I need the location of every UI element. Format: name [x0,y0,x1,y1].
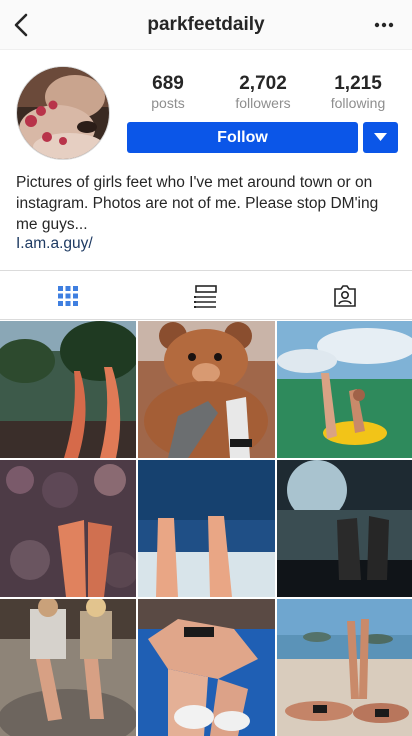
post-tile-7[interactable] [0,599,136,736]
post-tile-3[interactable] [277,321,412,458]
stat-followers-count: 2,702 [239,73,287,94]
tab-tagged[interactable] [332,283,358,309]
caret-down-icon [374,133,387,141]
tab-list[interactable] [193,283,219,309]
stat-following-label: following [330,95,386,111]
stat-following-count: 1,215 [334,73,382,94]
list-icon [194,285,217,308]
posts-grid [0,321,412,736]
stat-followers[interactable]: 2,702 followers [223,73,303,112]
post-tile-5[interactable] [138,460,275,597]
stat-following[interactable]: 1,215 following [318,73,398,112]
profile-stats: 689 posts 2,702 followers 1,215 followin… [128,73,398,112]
post-tile-1[interactable] [0,321,136,458]
profile-username: parkfeetdaily [147,14,265,35]
stat-followers-label: followers [235,95,291,111]
top-bar: parkfeetdaily [0,0,412,50]
post-tile-6[interactable] [277,460,412,597]
tagged-person-icon [334,285,356,307]
tab-grid[interactable] [55,283,81,309]
more-options-button[interactable] [372,14,396,36]
suggested-accounts-button[interactable] [363,122,398,153]
profile-tabs [0,270,412,320]
post-tile-9[interactable] [277,599,412,736]
profile-avatar[interactable] [16,66,110,160]
grid-icon [58,286,78,306]
more-horizontal-icon [374,22,394,28]
profile-link[interactable]: I.am.a.guy/ [16,235,93,253]
post-tile-2[interactable] [138,321,275,458]
profile-bio: Pictures of girls feet who I've met arou… [16,174,379,233]
stat-posts-label: posts [151,95,185,111]
follow-button[interactable]: Follow [127,122,358,153]
post-tile-4[interactable] [0,460,136,597]
stat-posts[interactable]: 689 posts [128,73,208,112]
stat-posts-count: 689 [152,73,184,94]
post-tile-8[interactable] [138,599,275,736]
